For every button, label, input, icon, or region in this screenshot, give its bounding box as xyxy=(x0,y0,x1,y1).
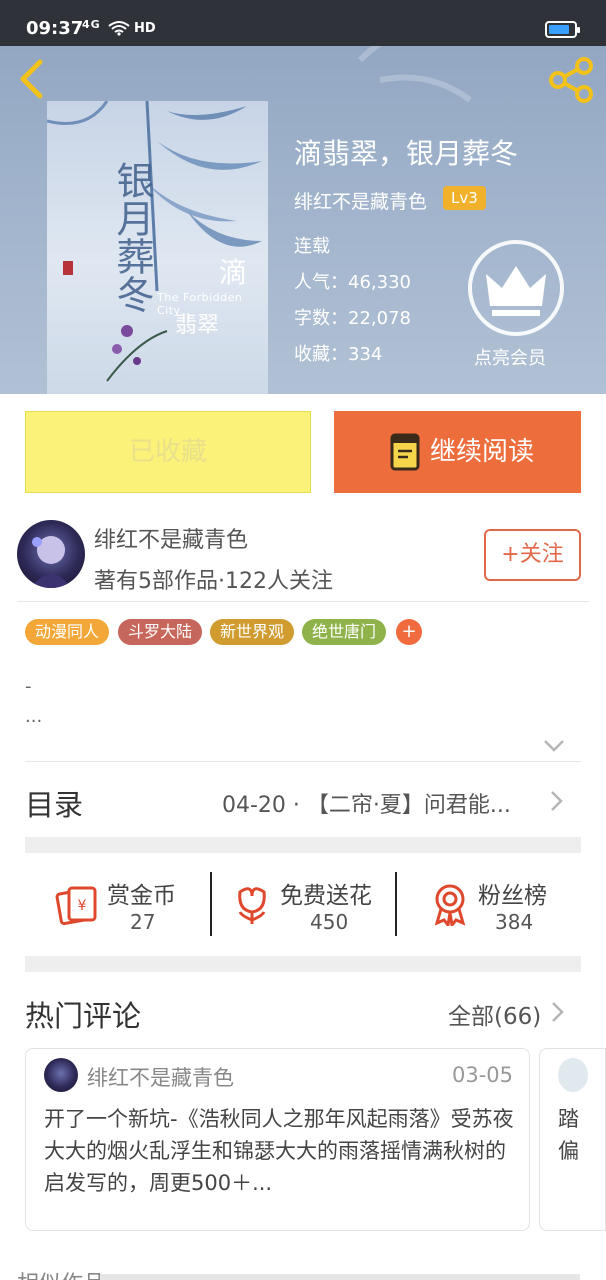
continue-reading-button[interactable]: 继续阅读 xyxy=(334,411,581,493)
reward-coins-value: 27 xyxy=(130,910,156,934)
book-author[interactable]: 绯红不是藏青色 xyxy=(294,187,427,214)
all-comments-arrow[interactable] xyxy=(551,1001,565,1023)
catalog-arrow[interactable] xyxy=(550,790,564,812)
comment-user[interactable]: 绯红不是藏青色 xyxy=(87,1062,234,1092)
section-separator xyxy=(25,956,581,972)
book-title: 滴翡翠，银月葬冬 xyxy=(294,137,519,170)
follow-button[interactable]: +关注 xyxy=(484,529,581,581)
battery-level xyxy=(549,25,569,34)
chevron-right-icon xyxy=(551,791,563,811)
all-comments-link[interactable]: 全部(66) xyxy=(448,997,541,1031)
favorites-value: 334 xyxy=(348,344,383,365)
continue-reading-label: 继续阅读 xyxy=(430,437,535,467)
collected-button[interactable]: 已收藏 xyxy=(25,411,311,493)
word-count-row: 字数：22,078 xyxy=(294,304,411,330)
vip-label: 点亮会员 xyxy=(474,348,546,369)
word-count-label: 字数： xyxy=(294,308,348,329)
intro-text: - xyxy=(25,676,32,697)
author-avatar[interactable] xyxy=(17,520,85,588)
catalog-label[interactable]: 目录 xyxy=(25,782,83,824)
hd-badge: HD xyxy=(134,21,156,36)
popularity-label: 人气： xyxy=(294,272,348,293)
book-status: 连载 xyxy=(294,236,330,257)
comment-text: 开了一个新坑-《浩秋同人之那年风起雨落》受苏夜大大的烟火乱浮生和锦瑟大大的雨落摇… xyxy=(44,1107,514,1195)
comment-text: 踏偏 xyxy=(558,1107,579,1163)
free-flower-label: 免费送花 xyxy=(280,883,372,909)
avatar-art xyxy=(31,536,71,588)
author-stats: 著有5部作品·122人关注 xyxy=(94,569,333,594)
medal-icon xyxy=(434,884,466,926)
expand-intro-button[interactable] xyxy=(543,738,565,752)
tag-item[interactable]: 斗罗大陆 xyxy=(118,619,203,645)
fan-ranking-value: 384 xyxy=(495,910,534,934)
fan-ranking-label: 粉丝榜 xyxy=(478,883,547,909)
svg-text:¥: ¥ xyxy=(78,898,87,914)
similar-works-rule xyxy=(100,1274,580,1280)
section-separator xyxy=(25,837,581,853)
signal-indicator: 4G xyxy=(82,18,101,31)
wifi-icon xyxy=(108,20,130,36)
status-time: 09:37 xyxy=(26,18,84,39)
book-icon xyxy=(390,433,420,471)
battery-icon xyxy=(545,21,580,38)
crown-icon xyxy=(486,266,546,316)
favorites-row: 收藏：334 xyxy=(294,340,382,366)
word-count-value: 22,078 xyxy=(348,308,411,329)
bamboo-leaves-art xyxy=(47,101,262,382)
cover-small-title-b: 翡翠 xyxy=(175,313,220,338)
status-bar: 09:37 4G HD xyxy=(0,0,606,46)
stat-divider xyxy=(210,872,212,936)
free-flower-value: 450 xyxy=(310,910,349,934)
intro-text-more: ... xyxy=(25,706,43,727)
comment-avatar[interactable] xyxy=(44,1058,78,1092)
comment-date: 03-05 xyxy=(452,1063,514,1087)
chevron-right-icon xyxy=(552,1002,564,1022)
chevron-down-icon xyxy=(544,740,564,752)
reward-coins-label: 赏金币 xyxy=(107,883,176,909)
popularity-row: 人气：46,330 xyxy=(294,268,411,294)
cover-vertical-title: 银月葬冬 xyxy=(110,161,154,313)
share-button[interactable] xyxy=(548,56,596,104)
popularity-value: 46,330 xyxy=(348,272,411,293)
flower-icon xyxy=(238,887,266,924)
latest-chapter[interactable]: 04-20 · 【二帘·夏】问君能... xyxy=(222,787,511,819)
favorites-label: 收藏： xyxy=(294,344,348,365)
tag-item[interactable]: 动漫同人 xyxy=(25,619,110,645)
chevron-left-icon xyxy=(20,59,43,99)
hot-comments-title: 热门评论 xyxy=(25,999,142,1033)
back-button[interactable] xyxy=(14,56,50,102)
add-tag-button[interactable]: + xyxy=(396,619,422,645)
tag-item[interactable]: 绝世唐门 xyxy=(302,619,387,645)
tag-item[interactable]: 新世界观 xyxy=(210,619,295,645)
comment-avatar[interactable] xyxy=(558,1058,588,1092)
share-icon xyxy=(549,57,593,103)
divider xyxy=(17,601,589,602)
book-cover[interactable]: 银月葬冬 滴 The Forbidden City 翡翠 xyxy=(47,101,268,394)
similar-works-title: 相似作品 xyxy=(17,1266,105,1280)
red-envelope-icon: ¥ xyxy=(55,886,97,926)
level-badge: Lv3 xyxy=(443,186,486,210)
cover-small-title-a: 滴 xyxy=(219,256,248,289)
stat-divider xyxy=(395,872,397,936)
divider xyxy=(25,761,581,762)
cover-seal xyxy=(63,261,73,275)
vip-button[interactable] xyxy=(468,240,564,336)
author-name[interactable]: 绯红不是藏青色 xyxy=(94,522,248,554)
